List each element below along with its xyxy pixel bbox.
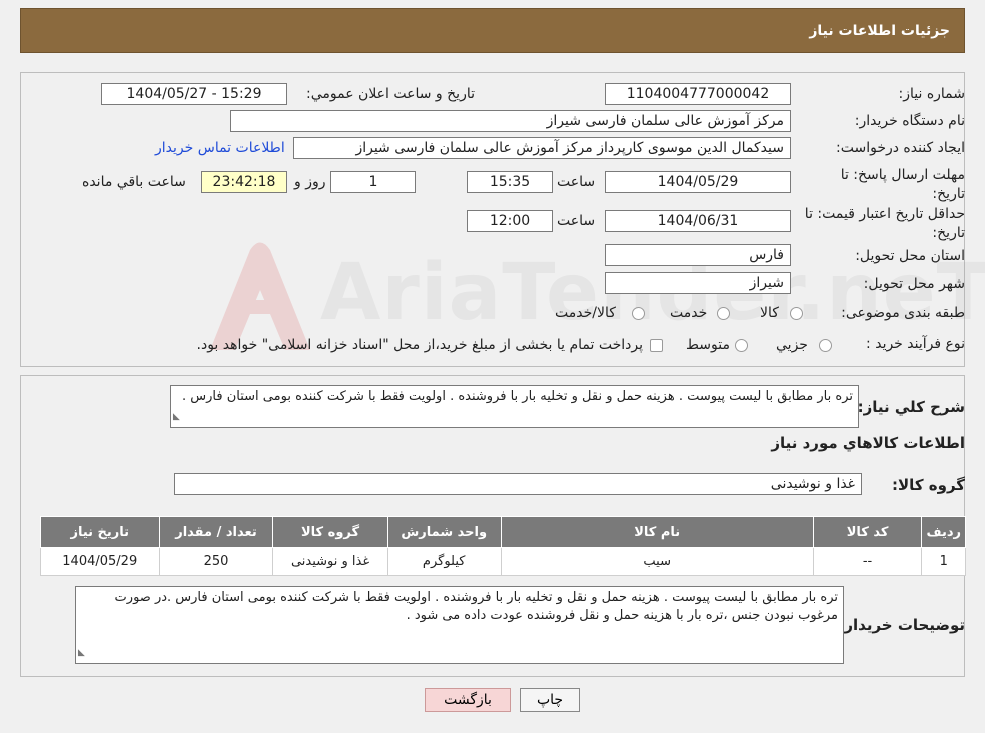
- reply-deadline-date-field: 1404/05/29: [605, 171, 791, 193]
- summary-text: تره بار مطابق با لیست پیوست . هزینه حمل …: [182, 389, 853, 404]
- price-validity-time-label: ساعت: [557, 213, 596, 229]
- cell-qty: 250: [158, 547, 274, 576]
- purchase-type-note: پرداخت تمام یا بخشی از مبلغ خرید،از محل …: [196, 337, 643, 353]
- page-header: جزئیات اطلاعات نیاز: [20, 8, 965, 53]
- resize-grip-icon[interactable]: ◢: [173, 408, 180, 426]
- city-label: شهر محل تحویل:: [863, 276, 965, 292]
- price-validity-date-field: 1404/06/31: [605, 210, 791, 232]
- col-group-header: گروه کالا: [272, 516, 388, 548]
- reply-days-field: 1: [330, 171, 416, 193]
- cell-code: --: [812, 547, 923, 576]
- buyer-notes-label: توضیحات خریدار:: [838, 616, 965, 634]
- category-radio-goods[interactable]: [790, 307, 803, 320]
- col-row-header: ردیف: [921, 516, 966, 548]
- buyer-notes-text: تره بار مطابق با لیست پیوست . هزینه حمل …: [114, 590, 838, 623]
- col-date-header: تاریخ نیاز: [40, 516, 160, 548]
- cell-name: سیب: [500, 547, 814, 576]
- reply-deadline-time-field: 15:35: [467, 171, 553, 193]
- price-validity-time-field: 12:00: [467, 210, 553, 232]
- buyer-contact-link[interactable]: اطلاعات تماس خریدار: [155, 140, 285, 156]
- back-button[interactable]: بازگشت: [425, 688, 511, 712]
- announce-datetime-field: 1404/05/27 - 15:29: [101, 83, 287, 105]
- treasury-checkbox[interactable]: [650, 339, 663, 352]
- category-option-goods-service: کالا/خدمت: [555, 305, 616, 321]
- category-label: طبقه بندی موضوعی:: [841, 305, 965, 321]
- goods-section-title: اطلاعات کالاهاي مورد نیاز: [771, 434, 965, 452]
- remaining-time-label: ساعت باقي مانده: [82, 174, 186, 190]
- price-validity-label: حداقل تاریخ اعتبار قیمت: تا تاریخ:: [804, 206, 965, 241]
- page-title: جزئیات اطلاعات نیاز: [809, 22, 950, 39]
- reply-deadline-time-label: ساعت: [557, 174, 596, 190]
- remaining-time-field: 23:42:18: [201, 171, 287, 193]
- reply-deadline-label: مهلت ارسال پاسخ: تا تاریخ:: [840, 167, 965, 202]
- purchase-type-label: نوع فرآیند خرید :: [866, 336, 965, 352]
- table-row: 1 -- سیب کیلوگرم غذا و نوشیدنی 250 1404/…: [40, 547, 966, 576]
- announce-datetime-label: تاریخ و ساعت اعلان عمومي:: [306, 86, 475, 102]
- requester-field: سیدکمال الدین موسوی کارپرداز مرکز آموزش …: [293, 137, 791, 159]
- purchase-radio-minor[interactable]: [819, 339, 832, 352]
- goods-group-label: گروه کالا:: [892, 476, 965, 494]
- goods-group-field: غذا و نوشیدنی: [174, 473, 862, 495]
- col-code-header: کد کالا: [812, 516, 923, 548]
- requester-label: ایجاد کننده درخواست:: [836, 140, 965, 156]
- col-qty-header: تعداد / مقدار: [158, 516, 274, 548]
- col-unit-header: واحد شمارش: [386, 516, 502, 548]
- category-radio-goods-service[interactable]: [632, 307, 645, 320]
- buyer-notes-textarea: تره بار مطابق با لیست پیوست . هزینه حمل …: [75, 586, 844, 664]
- purchase-radio-medium[interactable]: [735, 339, 748, 352]
- reply-days-label: روز و: [294, 174, 326, 190]
- items-table: ردیف کد کالا نام کالا واحد شمارش گروه کا…: [40, 516, 966, 576]
- purchase-option-medium: متوسط: [686, 337, 730, 353]
- summary-label: شرح کلي نیاز:: [857, 398, 965, 416]
- col-name-header: نام کالا: [500, 516, 814, 548]
- cell-group: غذا و نوشیدنی: [272, 547, 388, 576]
- buyer-org-label: نام دستگاه خریدار:: [854, 113, 965, 129]
- category-option-service: خدمت: [670, 305, 708, 321]
- province-field: فارس: [605, 244, 791, 266]
- cell-row: 1: [921, 547, 966, 576]
- category-radio-service[interactable]: [717, 307, 730, 320]
- cell-date: 1404/05/29: [40, 547, 160, 576]
- purchase-option-minor: جزیي: [776, 337, 808, 353]
- summary-textarea: تره بار مطابق با لیست پیوست . هزینه حمل …: [170, 385, 859, 428]
- buyer-org-field: مرکز آموزش عالی سلمان فارسی شیراز: [230, 110, 791, 132]
- cell-unit: کیلوگرم: [386, 547, 502, 576]
- province-label: استان محل تحویل:: [855, 248, 965, 264]
- items-table-header: ردیف کد کالا نام کالا واحد شمارش گروه کا…: [40, 516, 966, 548]
- need-number-field: 1104004777000042: [605, 83, 791, 105]
- category-option-goods: کالا: [760, 305, 779, 321]
- city-field: شیراز: [605, 272, 791, 294]
- resize-grip-icon[interactable]: ◢: [78, 644, 85, 662]
- need-number-label: شماره نیاز:: [898, 86, 966, 102]
- print-button[interactable]: چاپ: [520, 688, 580, 712]
